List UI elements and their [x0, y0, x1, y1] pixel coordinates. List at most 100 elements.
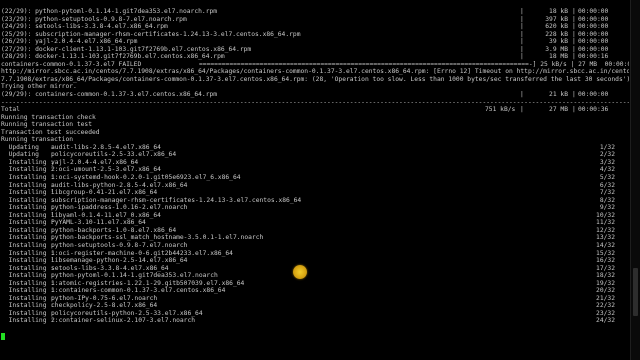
install-row: Installing :1:atomic-registries-1.22.1-2…: [1, 280, 629, 288]
total-speed: 751 kB/s: [485, 106, 516, 114]
download-time: 00:00:00: [578, 30, 609, 38]
status-line: Transaction test succeeded: [1, 129, 629, 137]
install-row: Installing : subscription-manager-rhsm-ce…: [1, 197, 629, 205]
download-name: (25/29): subscription-manager-rhsm-certi…: [1, 30, 301, 38]
install-package: 1:atomic-registries-1.22.1-29.gitb507039…: [51, 279, 245, 287]
column-separator: |: [520, 23, 524, 31]
column-separator: |: [572, 45, 576, 53]
download-time: 00:00:00: [578, 15, 609, 23]
install-package: 1:oci-systemd-hook-0.2.0-1.git05e6923.el…: [51, 174, 241, 182]
install-progress: 4/32: [599, 166, 615, 174]
install-progress: 21/32: [596, 294, 615, 302]
download-row: (22/29): python-pytoml-0.1.14-1.git7dea3…: [1, 8, 629, 16]
install-row: Installing : python-backports-ssl_match_h…: [1, 234, 629, 242]
terminal-window[interactable]: (22/29): python-pytoml-0.1.14-1.git7dea3…: [0, 0, 640, 360]
download-size: 39 kB: [549, 38, 568, 46]
download-name: (24/29): setools-libs-3.3.8-4.el7.x86_64…: [1, 23, 168, 31]
install-progress: 13/32: [596, 234, 615, 242]
install-package: subscription-manager-rhsm-certificates-1…: [51, 196, 302, 204]
status-line: Running transaction check: [1, 114, 629, 122]
column-separator: |: [520, 8, 524, 15]
install-package: python-pytoml-0.1.14-1.git7dea353.el7.no…: [51, 272, 218, 280]
scrollbar-thumb[interactable]: [633, 268, 638, 316]
install-action: Installing :: [1, 287, 55, 295]
install-progress: 14/32: [596, 241, 615, 249]
install-progress: 18/32: [596, 272, 615, 280]
failed-package: containers-common-0.1.37-3.el7 FAILED: [1, 60, 142, 68]
download-row: (28/29): docker-1.13.1-103.git7f2769b.el…: [1, 53, 629, 61]
column-separator: |: [572, 8, 576, 15]
install-action: Installing :: [1, 241, 55, 249]
separator: ----------------------------------------…: [1, 98, 629, 106]
install-progress: 20/32: [596, 287, 615, 295]
install-row: Installing : setools-libs-3.3.8-4.el7.x86…: [1, 265, 629, 273]
column-separator: |: [572, 15, 576, 23]
column-separator: |: [572, 38, 576, 46]
column-separator: |: [572, 23, 576, 31]
status-text: Running transaction test: [1, 121, 92, 129]
install-package: python-backports-ssl_match_hostname-3.5.…: [51, 234, 264, 242]
install-package: libsemanage-python-2.5-14.el7.x86_64: [51, 257, 188, 265]
status-text: Running transaction: [1, 136, 74, 144]
install-action: Installing :: [1, 196, 55, 204]
install-row: Installing :1:oci-systemd-hook-0.2.0-1.g…: [1, 174, 629, 182]
install-progress: 15/32: [596, 249, 615, 257]
install-progress: 19/32: [596, 279, 615, 287]
install-action: Installing :: [1, 317, 55, 325]
download-time: 00:00:00: [578, 23, 609, 31]
terminal-cursor: [1, 333, 5, 340]
status-text: Transaction test succeeded: [1, 128, 100, 136]
failed-download-row: containers-common-0.1.37-3.el7 FAILED ===…: [1, 61, 629, 69]
install-action: Updating :: [1, 151, 55, 159]
install-progress: 3/32: [599, 158, 615, 166]
install-row: Installing : python-setuptools-0.9.8-7.el…: [1, 242, 629, 250]
download-size: 18 MB: [549, 53, 568, 61]
download-name: (27/29): docker-client-1.13.1-103.git7f2…: [1, 45, 252, 53]
install-action: Installing :: [1, 309, 55, 317]
install-progress: 5/32: [599, 174, 615, 182]
download-time: 00:00:00: [578, 45, 609, 53]
install-progress: 16/32: [596, 257, 615, 265]
install-package: setools-libs-3.3.8-4.el7.x86_64: [51, 264, 169, 272]
install-action: Installing :: [1, 264, 55, 272]
install-progress: 8/32: [599, 196, 615, 204]
install-package: 1:containers-common-0.1.37-3.el7.centos.…: [51, 287, 226, 295]
install-package: checkpolicy-2.5-8.el7.x86_64: [51, 302, 158, 310]
install-action: Updating :: [1, 143, 55, 151]
install-row: Installing : yajl-2.0.4-4.el7.x86_64 3/32: [1, 159, 629, 167]
status-line: Running transaction test: [1, 121, 629, 129]
install-package: python-backports-1.0-8.el7.x86_64: [51, 226, 177, 234]
install-package: 2:container-selinux-2.107-3.el7.noarch: [51, 317, 196, 325]
install-row: Installing :1:oci-register-machine-0-6.g…: [1, 250, 629, 258]
download-time: 00:00:00: [578, 91, 609, 99]
separator-line: ----------------------------------------…: [1, 99, 629, 107]
install-progress: 7/32: [599, 189, 615, 197]
install-row: Installing : PyYAML-3.10-11.el7.x86_64 11/…: [1, 219, 629, 227]
install-action: Installing :: [1, 302, 55, 310]
install-row: Installing : python-backports-1.0-8.el7.x…: [1, 227, 629, 235]
install-package: policycoreutils-2.5-33.el7.x86_64: [51, 151, 177, 159]
install-progress: 12/32: [596, 226, 615, 234]
vertical-scrollbar[interactable]: [630, 0, 640, 360]
install-row: Updating : policycoreutils-2.5-33.el7.x86…: [1, 151, 629, 159]
install-action: Installing :: [1, 174, 55, 182]
install-package: 1:oci-register-machine-0-6.git2b44233.el…: [51, 249, 233, 257]
install-row: Installing : libcgroup-0.41-21.el7.x86_64…: [1, 189, 629, 197]
download-row: (27/29): docker-client-1.13.1-103.git7f2…: [1, 46, 629, 54]
install-action: Installing :: [1, 204, 55, 212]
download-size: 620 kB: [545, 23, 568, 31]
column-separator: |: [520, 106, 524, 114]
install-row: Installing : libsemanage-python-2.5-14.el…: [1, 257, 629, 265]
total-row: Total 751 kB/s | | 27 MB 00:00:36: [1, 106, 629, 114]
install-action: Installing :: [1, 234, 55, 242]
download-row: (26/29): yajl-2.0.4-4.el7.x86_64.rpm | | 39…: [1, 38, 629, 46]
error-line: http://mirror.sbcc.ac.in/centos/7.7.1908…: [1, 68, 629, 76]
column-separator: |: [520, 53, 524, 61]
install-action: Installing :: [1, 189, 55, 197]
download-row: (23/29): python-setuptools-0.9.8-7.el7.n…: [1, 16, 629, 24]
install-package: libyaml-0.1.4-11.el7_0.x86_64: [51, 211, 161, 219]
install-row: Installing : checkpolicy-2.5-8.el7.x86_64…: [1, 302, 629, 310]
install-action: Installing :: [1, 211, 55, 219]
install-package: python-IPy-0.75-6.el7.noarch: [51, 294, 158, 302]
install-action: Installing :: [1, 158, 55, 166]
